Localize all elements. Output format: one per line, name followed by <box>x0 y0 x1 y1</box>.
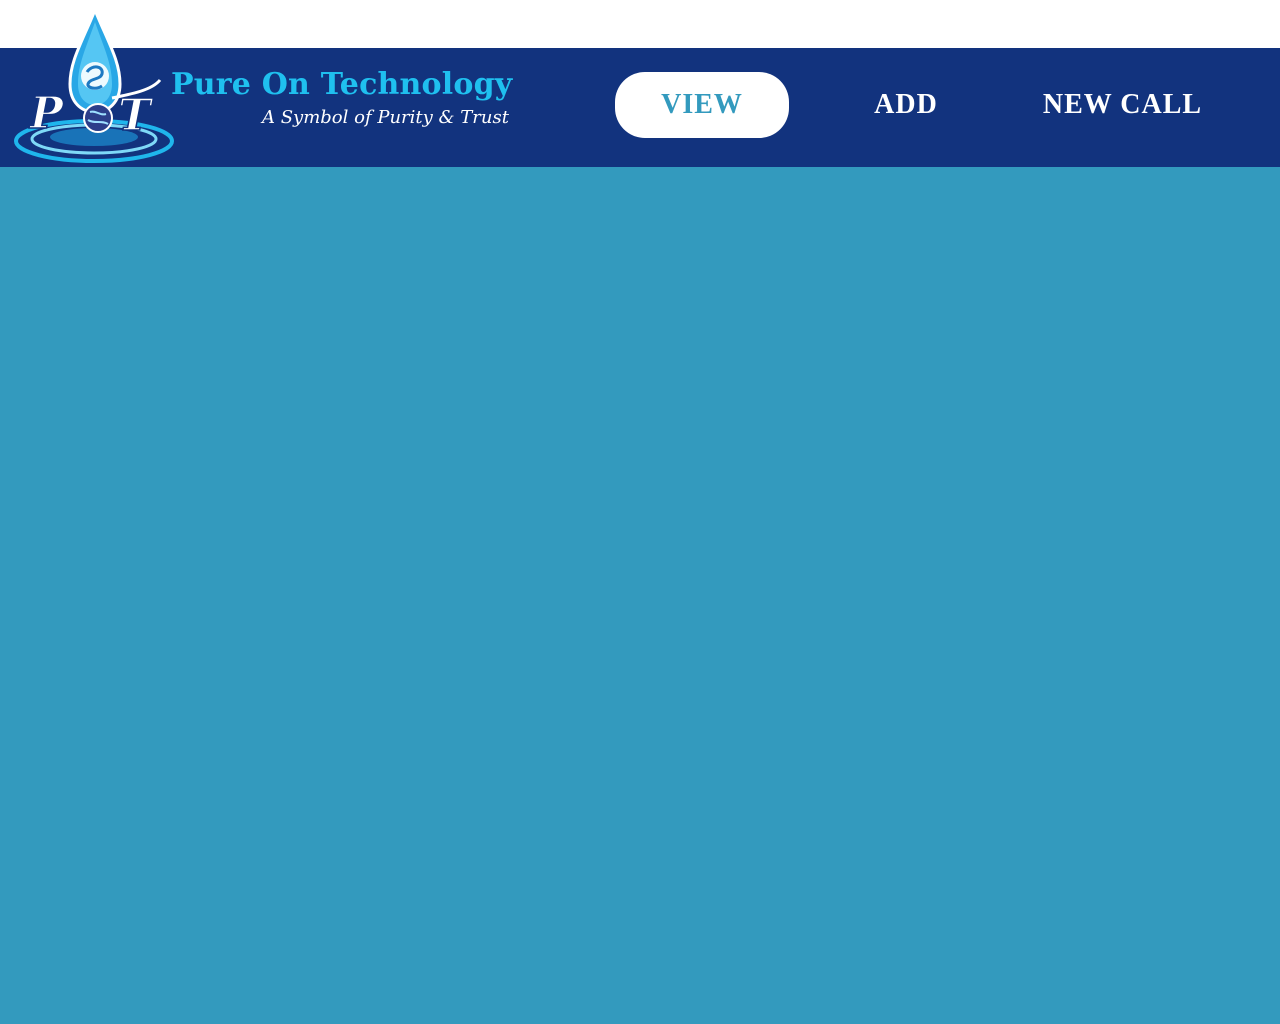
brand-tagline: A Symbol of Purity & Trust <box>262 107 509 128</box>
nav-view-button[interactable]: VIEW <box>615 72 789 138</box>
nav-add-button[interactable]: ADD <box>846 72 966 138</box>
main-content-area <box>0 167 1280 1024</box>
nav-new-call-button[interactable]: NEW CALL <box>1020 72 1225 138</box>
water-drop-globe-logo-icon[interactable]: P T <box>12 6 178 164</box>
brand-name: Pure On Technology <box>171 67 513 102</box>
top-strip <box>0 0 1280 48</box>
svg-text:P: P <box>28 88 65 139</box>
svg-text:T: T <box>118 90 154 141</box>
